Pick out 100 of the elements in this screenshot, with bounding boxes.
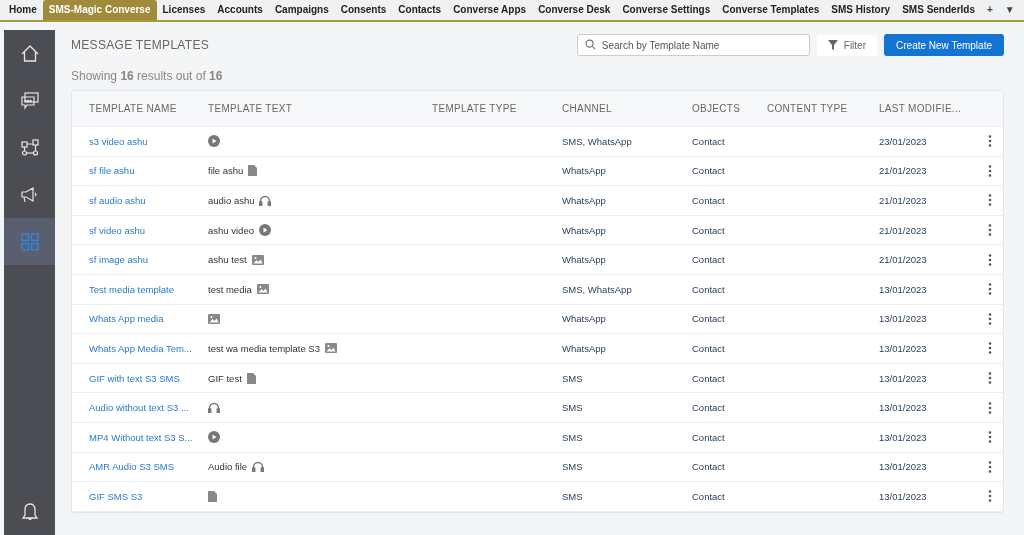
nav-tab[interactable]: Accounts	[211, 0, 269, 20]
more-options-icon[interactable]	[987, 194, 992, 207]
filter-button[interactable]: Filter	[816, 34, 877, 56]
template-text: test media	[208, 283, 252, 295]
template-text: GIF test	[208, 372, 242, 384]
search-icon	[584, 39, 596, 50]
date-cell-text: 23/01/2023	[879, 135, 928, 147]
object-cell-text: Contact	[692, 372, 726, 384]
filter-icon	[827, 40, 838, 50]
channel-cell-text: SMS, WhatsApp	[562, 135, 633, 147]
object-cell-text: Contact	[692, 313, 726, 325]
document-icon	[246, 372, 256, 384]
template-text: test wa media template S3	[208, 342, 320, 354]
template-name-link[interactable]: GIF SMS S3	[89, 490, 143, 502]
more-options-icon[interactable]	[987, 460, 992, 473]
document-icon	[248, 165, 258, 177]
template-name-link[interactable]: Whats App media	[89, 313, 164, 325]
play-icon	[208, 431, 220, 444]
template-text: audio ashu	[208, 195, 255, 206]
object-cell-text: Contact	[692, 254, 726, 266]
object-cell-text: Contact	[692, 195, 726, 206]
channel-cell-text: WhatsApp	[562, 195, 607, 206]
template-name-link[interactable]: sf image ashu	[89, 254, 149, 266]
more-options-icon[interactable]	[987, 312, 992, 325]
more-options-icon[interactable]	[987, 372, 992, 385]
date-cell-text: 13/01/2023	[879, 283, 928, 295]
results-summary: Showing 16 results out of 16	[71, 69, 224, 85]
column-header: TEMPLATE NAME	[89, 103, 178, 114]
date-cell-text: 13/01/2023	[879, 402, 928, 414]
column-header: CHANNEL	[562, 103, 613, 114]
nav-tab[interactable]: Converse Settings	[616, 0, 717, 20]
more-options-icon[interactable]	[987, 224, 992, 237]
nav-tab[interactable]: Consents	[334, 0, 393, 20]
template-name-link[interactable]: Whats App Media Tem...	[89, 342, 192, 354]
date-cell-text: 21/01/2023	[879, 165, 928, 177]
column-header: TEMPLATE TYPE	[432, 103, 518, 114]
image-icon	[251, 254, 264, 265]
template-name-link[interactable]: Test media template	[89, 283, 174, 295]
home-icon	[19, 43, 40, 64]
channel-cell-text: SMS	[562, 490, 584, 502]
more-tab-button[interactable]: +	[981, 0, 999, 20]
bell-icon	[19, 501, 40, 522]
date-cell-text: 21/01/2023	[879, 254, 928, 266]
date-cell-text: 13/01/2023	[879, 461, 928, 473]
nav-tab[interactable]: Licenses	[156, 0, 212, 20]
object-cell-text: Contact	[692, 402, 726, 414]
more-options-icon[interactable]	[987, 342, 992, 355]
object-cell-text: Contact	[692, 461, 726, 473]
object-cell-text: Contact	[692, 165, 726, 177]
headphones-icon	[208, 402, 220, 414]
more-options-icon[interactable]	[987, 253, 992, 266]
more-options-icon[interactable]	[987, 164, 992, 177]
column-header: TEMPLATE TEXT	[208, 103, 294, 114]
nav-tab[interactable]: Converse Apps	[447, 0, 533, 20]
date-cell-text: 13/01/2023	[879, 372, 928, 384]
nav-tab[interactable]: SMS-Magic Converse	[42, 0, 157, 20]
template-name-link[interactable]: sf audio ashu	[89, 195, 146, 206]
date-cell-text: 13/01/2023	[879, 342, 928, 354]
template-name-link[interactable]: AMR Audio S3 SMS	[89, 461, 174, 473]
nav-tab[interactable]: Home	[3, 0, 43, 20]
image-icon	[256, 284, 269, 295]
nav-tab[interactable]: Contacts	[392, 0, 448, 20]
channel-cell-text: SMS, WhatsApp	[562, 283, 633, 295]
channel-cell-text: SMS	[562, 431, 584, 443]
template-name-link[interactable]: MP4 Without text S3 S...	[89, 431, 193, 443]
channel-cell-text: WhatsApp	[562, 165, 607, 177]
document-icon	[208, 490, 217, 502]
date-cell-text: 21/01/2023	[879, 224, 928, 236]
object-cell-text: Contact	[692, 342, 726, 354]
template-name-link[interactable]: sf file ashu	[89, 165, 135, 177]
flow-icon	[19, 137, 40, 158]
play-icon	[208, 135, 220, 148]
more-options-icon[interactable]	[987, 135, 992, 148]
more-options-icon[interactable]	[987, 283, 992, 296]
create-template-button[interactable]: Create New Template	[884, 34, 1004, 56]
image-icon	[208, 313, 220, 324]
headphones-icon	[259, 195, 272, 206]
nav-tab[interactable]: SMS SenderIds	[896, 0, 981, 20]
nav-tab[interactable]: Converse Desk	[532, 0, 617, 20]
column-header: CONTENT TYPE	[767, 103, 849, 114]
channel-cell-text: SMS	[562, 402, 584, 414]
play-icon	[258, 224, 271, 237]
nav-tab[interactable]: Converse Templates	[716, 0, 826, 20]
object-cell-text: Contact	[692, 283, 726, 295]
template-name-link[interactable]: GIF with text S3 SMS	[89, 372, 180, 384]
more-options-icon[interactable]	[987, 431, 992, 444]
more-options-icon[interactable]	[987, 401, 992, 414]
template-name-link[interactable]: s3 video ashu	[89, 135, 148, 147]
page-title: MESSAGE TEMPLATES	[71, 38, 210, 52]
megaphone-icon	[19, 184, 40, 205]
more-tab-button[interactable]: ▼	[998, 0, 1021, 20]
headphones-icon	[252, 461, 265, 473]
template-name-link[interactable]: sf video ashu	[89, 224, 145, 236]
search-field[interactable]: Search by Template Name	[576, 34, 810, 56]
date-cell-text: 13/01/2023	[879, 431, 928, 443]
nav-tab[interactable]: SMS History	[825, 0, 897, 20]
date-cell-text: 13/01/2023	[879, 313, 928, 325]
nav-tab[interactable]: Campaigns	[268, 0, 335, 20]
more-options-icon[interactable]	[987, 490, 992, 503]
template-name-link[interactable]: Audio without text S3 ...	[89, 402, 189, 414]
